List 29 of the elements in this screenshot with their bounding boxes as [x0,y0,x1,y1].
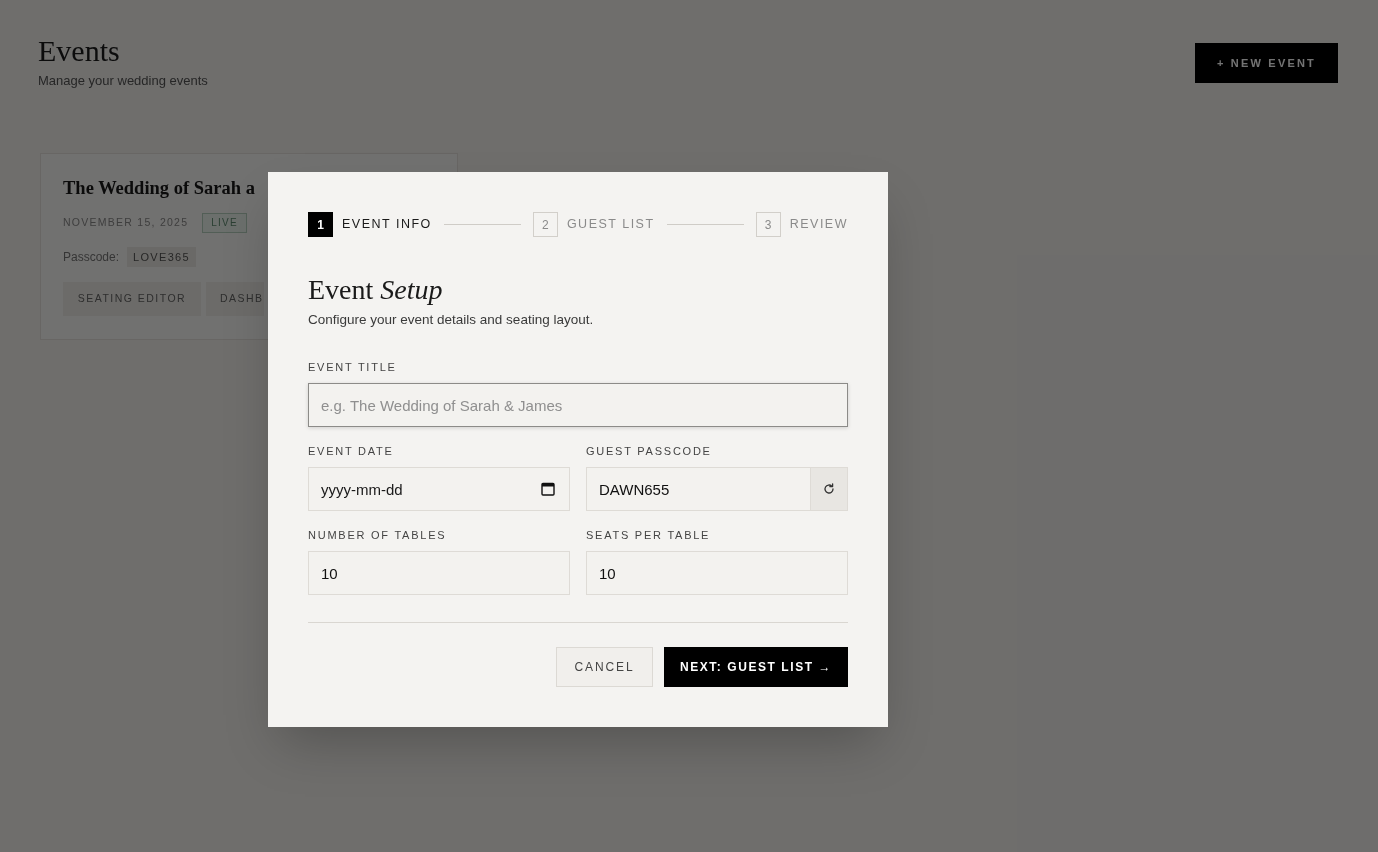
refresh-button[interactable] [810,467,848,511]
event-title: The Wedding of Sarah a [63,177,255,200]
step-label: EVENT INFO [342,216,432,234]
page-title: Events [38,33,120,69]
modal-title: Event Setup [308,273,443,307]
calendar-icon[interactable] [541,482,555,496]
input-field[interactable]: DAWN655 [586,467,810,511]
passcode-label: Passcode: [63,249,120,266]
step-number: 3 [755,212,781,237]
passcode-chip: LOVE365 [127,247,196,267]
field-label: EVENT DATE [308,444,394,458]
field-label: SEATS PER TABLE [586,528,711,542]
status-badge: LIVE [202,213,247,233]
field-label: EVENT TITLE [308,360,397,374]
input-field[interactable]: 10 [586,551,848,595]
field-label: GUEST PASSCODE [586,444,712,458]
cancel-button[interactable]: CANCEL [556,647,653,687]
new-event-button[interactable]: + NEW EVENT [1195,43,1338,83]
next-button[interactable]: NEXT: GUEST LIST → [664,647,848,687]
step-number: 2 [532,212,558,237]
step-number: 1 [308,212,333,237]
step-label: GUEST LIST [566,216,655,234]
modal-subtitle: Configure your event details and seating layout. [308,311,594,329]
refresh-icon [823,483,835,495]
page-subtitle: Manage your wedding events [38,72,208,90]
input-field[interactable]: 10 [308,551,570,595]
input-field[interactable]: e.g. The Wedding of Sarah & James [308,383,848,427]
field-label: NUMBER OF TABLES [308,528,447,542]
step-label: REVIEW [789,216,848,234]
